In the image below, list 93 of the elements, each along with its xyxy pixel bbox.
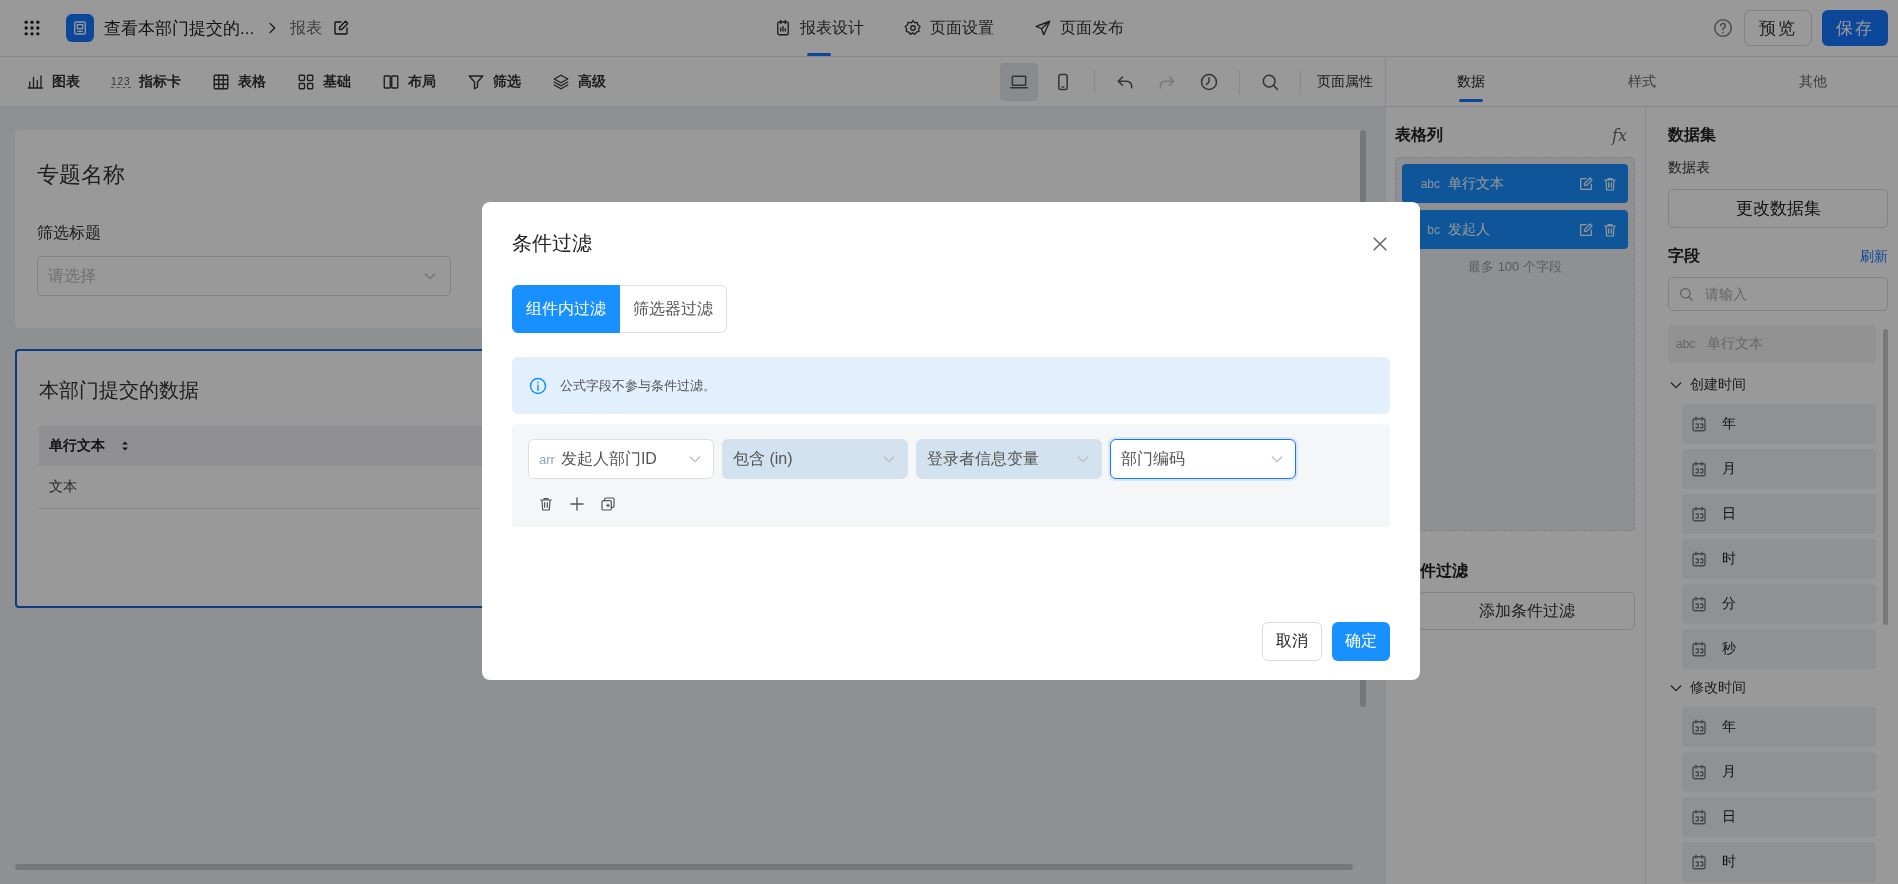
field-item[interactable]: 分 xyxy=(1682,584,1876,624)
select-field[interactable]: 部门编码 xyxy=(1110,439,1296,479)
report-title: 查看本部门提交的... xyxy=(104,17,255,40)
section-title: 表格列 xyxy=(1395,124,1443,145)
help-icon[interactable] xyxy=(1712,17,1734,39)
alert-text: 公式字段不参与条件过滤。 xyxy=(560,376,716,395)
field-group[interactable]: 创建时间 xyxy=(1668,371,1876,399)
toolbar-item[interactable]: 布局 xyxy=(381,72,436,91)
report-icon xyxy=(774,19,792,37)
info-icon xyxy=(528,375,548,396)
panel-tab[interactable]: 数据 xyxy=(1386,57,1557,106)
toolbar-item[interactable]: 基础 xyxy=(296,72,351,91)
toolbar-item[interactable]: 123 指标卡 xyxy=(111,72,181,91)
calendar-icon xyxy=(1690,640,1708,658)
dataset-label: 数据表 xyxy=(1668,159,1711,177)
nav-tab[interactable]: 报表设计 xyxy=(774,0,864,56)
filter-label: 筛选标题 xyxy=(37,223,101,243)
funnel-icon xyxy=(466,72,485,91)
save-button[interactable]: 保存 xyxy=(1822,10,1888,46)
nav-tab[interactable]: 页面设置 xyxy=(904,0,994,56)
trash-icon xyxy=(1602,175,1618,192)
plus-icon xyxy=(568,495,586,513)
grid-blocks-icon xyxy=(296,72,315,91)
field-group[interactable]: 修改时间 xyxy=(1668,674,1876,702)
layers-icon xyxy=(551,72,570,91)
field-item[interactable]: 月 xyxy=(1682,752,1876,792)
desktop-view-button[interactable] xyxy=(1000,62,1038,101)
scrollbar[interactable] xyxy=(15,864,1353,870)
calendar-icon xyxy=(1690,550,1708,568)
scrollbar[interactable] xyxy=(1883,329,1888,625)
clock-icon xyxy=(1199,71,1219,92)
calendar-icon xyxy=(1690,808,1708,826)
confirm-button[interactable]: 确定 xyxy=(1332,622,1390,661)
section-title: 字段 xyxy=(1668,246,1700,266)
field-item[interactable]: 日 xyxy=(1682,797,1876,837)
columns-icon xyxy=(381,72,400,91)
section-title: 件过滤 xyxy=(1419,561,1469,581)
breadcrumb-item[interactable]: 报表 xyxy=(290,17,323,39)
field-item[interactable]: 年 xyxy=(1682,707,1876,747)
section-title: 数据集 xyxy=(1668,124,1717,145)
field-item[interactable]: 时 xyxy=(1682,539,1876,579)
gear-icon xyxy=(904,19,922,37)
edit-icon[interactable] xyxy=(332,19,351,37)
toolbar-item[interactable]: 图表 xyxy=(26,72,80,91)
trash-icon xyxy=(538,496,554,512)
formula-button[interactable]: fx xyxy=(1612,125,1627,145)
calendar-icon xyxy=(1690,505,1708,523)
table-header-cell: 单行文本 xyxy=(49,437,105,455)
dialog-title: 条件过滤 xyxy=(512,231,592,256)
table-icon xyxy=(211,72,230,91)
select-field[interactable]: arr 发起人部门ID xyxy=(528,439,714,479)
calendar-icon xyxy=(1690,415,1708,433)
preview-button[interactable]: 预览 xyxy=(1744,10,1812,46)
calendar-icon xyxy=(1690,718,1708,736)
toolbar-item[interactable]: 筛选 xyxy=(466,72,521,91)
nav-tab[interactable]: 页面发布 xyxy=(1034,0,1124,56)
app-grid-icon[interactable] xyxy=(22,18,42,38)
card-title: 本部门提交的数据 xyxy=(39,378,199,403)
change-dataset-button[interactable]: 更改数据集 xyxy=(1668,189,1888,228)
copy-icon xyxy=(600,496,616,512)
delete-button[interactable] xyxy=(538,495,554,513)
bar-chart-icon xyxy=(26,72,44,91)
toolbar-item[interactable]: 高级 xyxy=(551,72,606,91)
page-properties-button[interactable]: 页面属性 xyxy=(1317,72,1373,91)
calendar-icon xyxy=(1690,595,1708,613)
field-item[interactable]: 年 xyxy=(1682,404,1876,444)
field-item[interactable]: 日 xyxy=(1682,494,1876,534)
select-field[interactable]: 登录者信息变量 xyxy=(916,439,1102,479)
add-button[interactable] xyxy=(568,495,586,513)
copy-button[interactable] xyxy=(600,495,616,513)
trash-icon xyxy=(1602,221,1618,238)
calendar-icon xyxy=(1690,853,1708,871)
app-logo-icon xyxy=(66,14,94,42)
field-item[interactable]: 秒 xyxy=(1682,629,1876,669)
panel-tab[interactable]: 样式 xyxy=(1556,57,1728,106)
filter-tab[interactable]: 组件内过滤 xyxy=(512,285,620,333)
calendar-icon xyxy=(1690,763,1708,781)
panel-tab[interactable]: 其他 xyxy=(1727,57,1898,106)
paper-plane-icon xyxy=(1034,19,1052,37)
search-icon xyxy=(1678,286,1694,302)
refresh-link[interactable]: 刷新 xyxy=(1860,247,1888,266)
field-item[interactable]: 时 xyxy=(1682,842,1876,882)
filter-tab[interactable]: 筛选器过滤 xyxy=(620,285,727,333)
table-cell: 文本 xyxy=(49,478,77,496)
edit-icon xyxy=(1578,221,1594,238)
cancel-button[interactable]: 取消 xyxy=(1262,622,1322,661)
add-filter-button[interactable]: 添加条件过滤 xyxy=(1419,592,1635,630)
select-field[interactable]: 包含 (in) xyxy=(722,439,908,479)
card-title: 专题名称 xyxy=(37,161,125,189)
field-item[interactable]: 月 xyxy=(1682,449,1876,489)
edit-icon xyxy=(1578,175,1594,192)
toolbar-item[interactable]: 表格 xyxy=(211,72,266,91)
calendar-icon xyxy=(1690,460,1708,478)
